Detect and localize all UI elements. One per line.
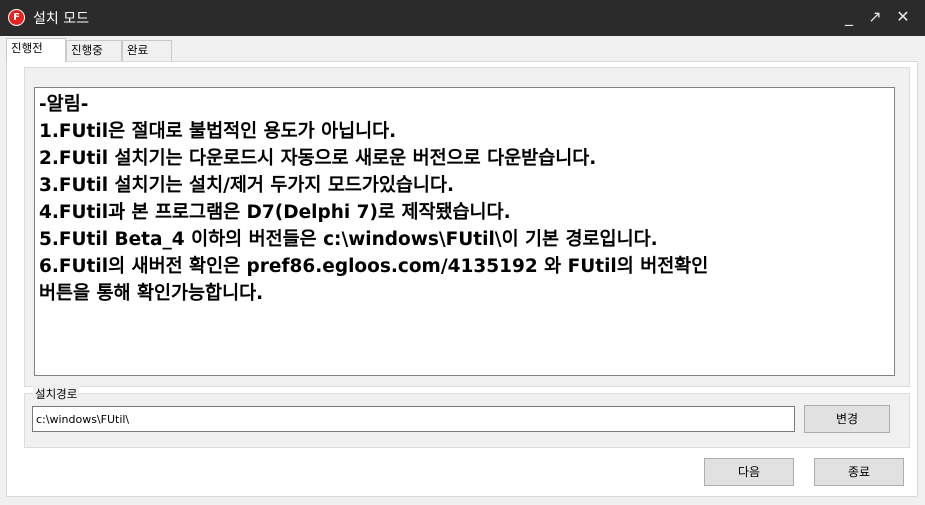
title-bar: F 설치 모드 _ ↗ ✕ <box>0 0 925 36</box>
tab-in-progress[interactable]: 진행중 <box>66 40 122 61</box>
install-path-input[interactable] <box>32 406 795 432</box>
minimize-icon[interactable]: _ <box>838 6 860 28</box>
notice-textbox[interactable]: -알림- 1.FUtil은 절대로 불법적인 용도가 아닙니다. 2.FUtil… <box>34 87 895 376</box>
next-button[interactable]: 다음 <box>704 458 794 486</box>
close-icon[interactable]: ✕ <box>892 6 914 28</box>
notice-line: 5.FUtil Beta_4 이하의 버전들은 c:\windows\FUtil… <box>39 229 658 250</box>
maximize-icon[interactable]: ↗ <box>864 6 886 28</box>
window-title: 설치 모드 <box>33 11 89 27</box>
change-path-button[interactable]: 변경 <box>804 405 890 433</box>
app-icon: F <box>8 9 25 26</box>
notice-line: 3.FUtil 설치기는 설치/제거 두가지 모드가있습니다. <box>39 175 454 196</box>
notice-line: 1.FUtil은 절대로 불법적인 용도가 아닙니다. <box>39 121 397 142</box>
tab-complete[interactable]: 완료 <box>122 40 172 61</box>
notice-group: -알림- 1.FUtil은 절대로 불법적인 용도가 아닙니다. 2.FUtil… <box>24 67 910 387</box>
install-path-group: 설치경로 변경 <box>24 386 910 448</box>
exit-button[interactable]: 종료 <box>814 458 904 486</box>
notice-line: 6.FUtil의 새버전 확인은 pref86.egloos.com/41351… <box>39 256 709 277</box>
tab-before-progress[interactable]: 진행전 <box>6 38 66 62</box>
install-path-label: 설치경로 <box>33 386 80 402</box>
tab-panel: -알림- 1.FUtil은 절대로 불법적인 용도가 아닙니다. 2.FUtil… <box>6 61 918 497</box>
notice-line: 4.FUtil과 본 프로그램은 D7(Delphi 7)로 제작됐습니다. <box>39 202 511 223</box>
notice-line: 2.FUtil 설치기는 다운로드시 자동으로 새로운 버전으로 다운받습니다. <box>39 148 597 169</box>
notice-line: 버튼을 통해 확인가능합니다. <box>39 283 264 304</box>
notice-line: -알림- <box>39 94 89 115</box>
